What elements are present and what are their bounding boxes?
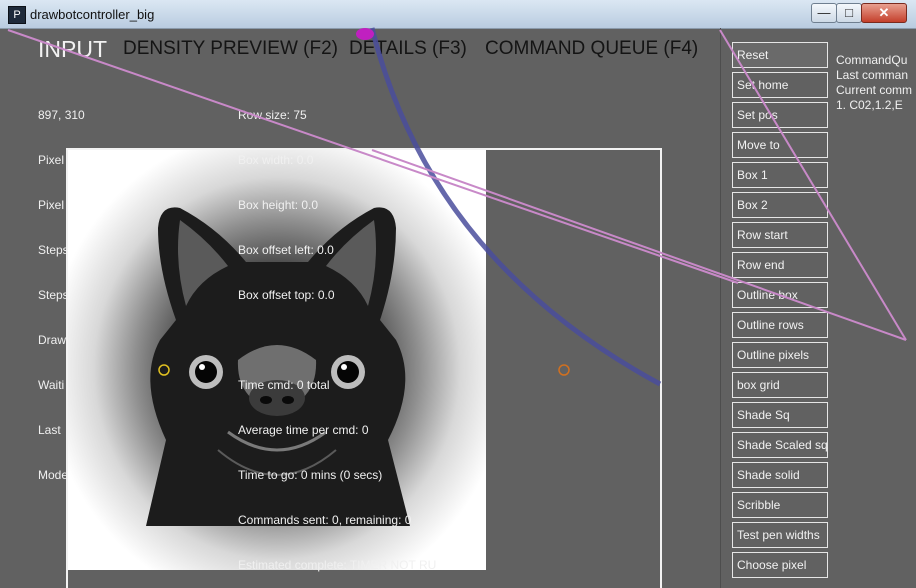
belt-line-c [719,29,907,341]
home-marker-b [558,364,570,376]
home-marker-a [158,364,170,376]
belt-line-b [371,149,907,341]
belt-line-a [7,29,739,284]
app-window: P drawbotcontroller_big — □ ✕ INPUT DENS… [0,0,916,588]
machine-overlay [7,27,907,387]
pen-position-marker [356,28,374,40]
